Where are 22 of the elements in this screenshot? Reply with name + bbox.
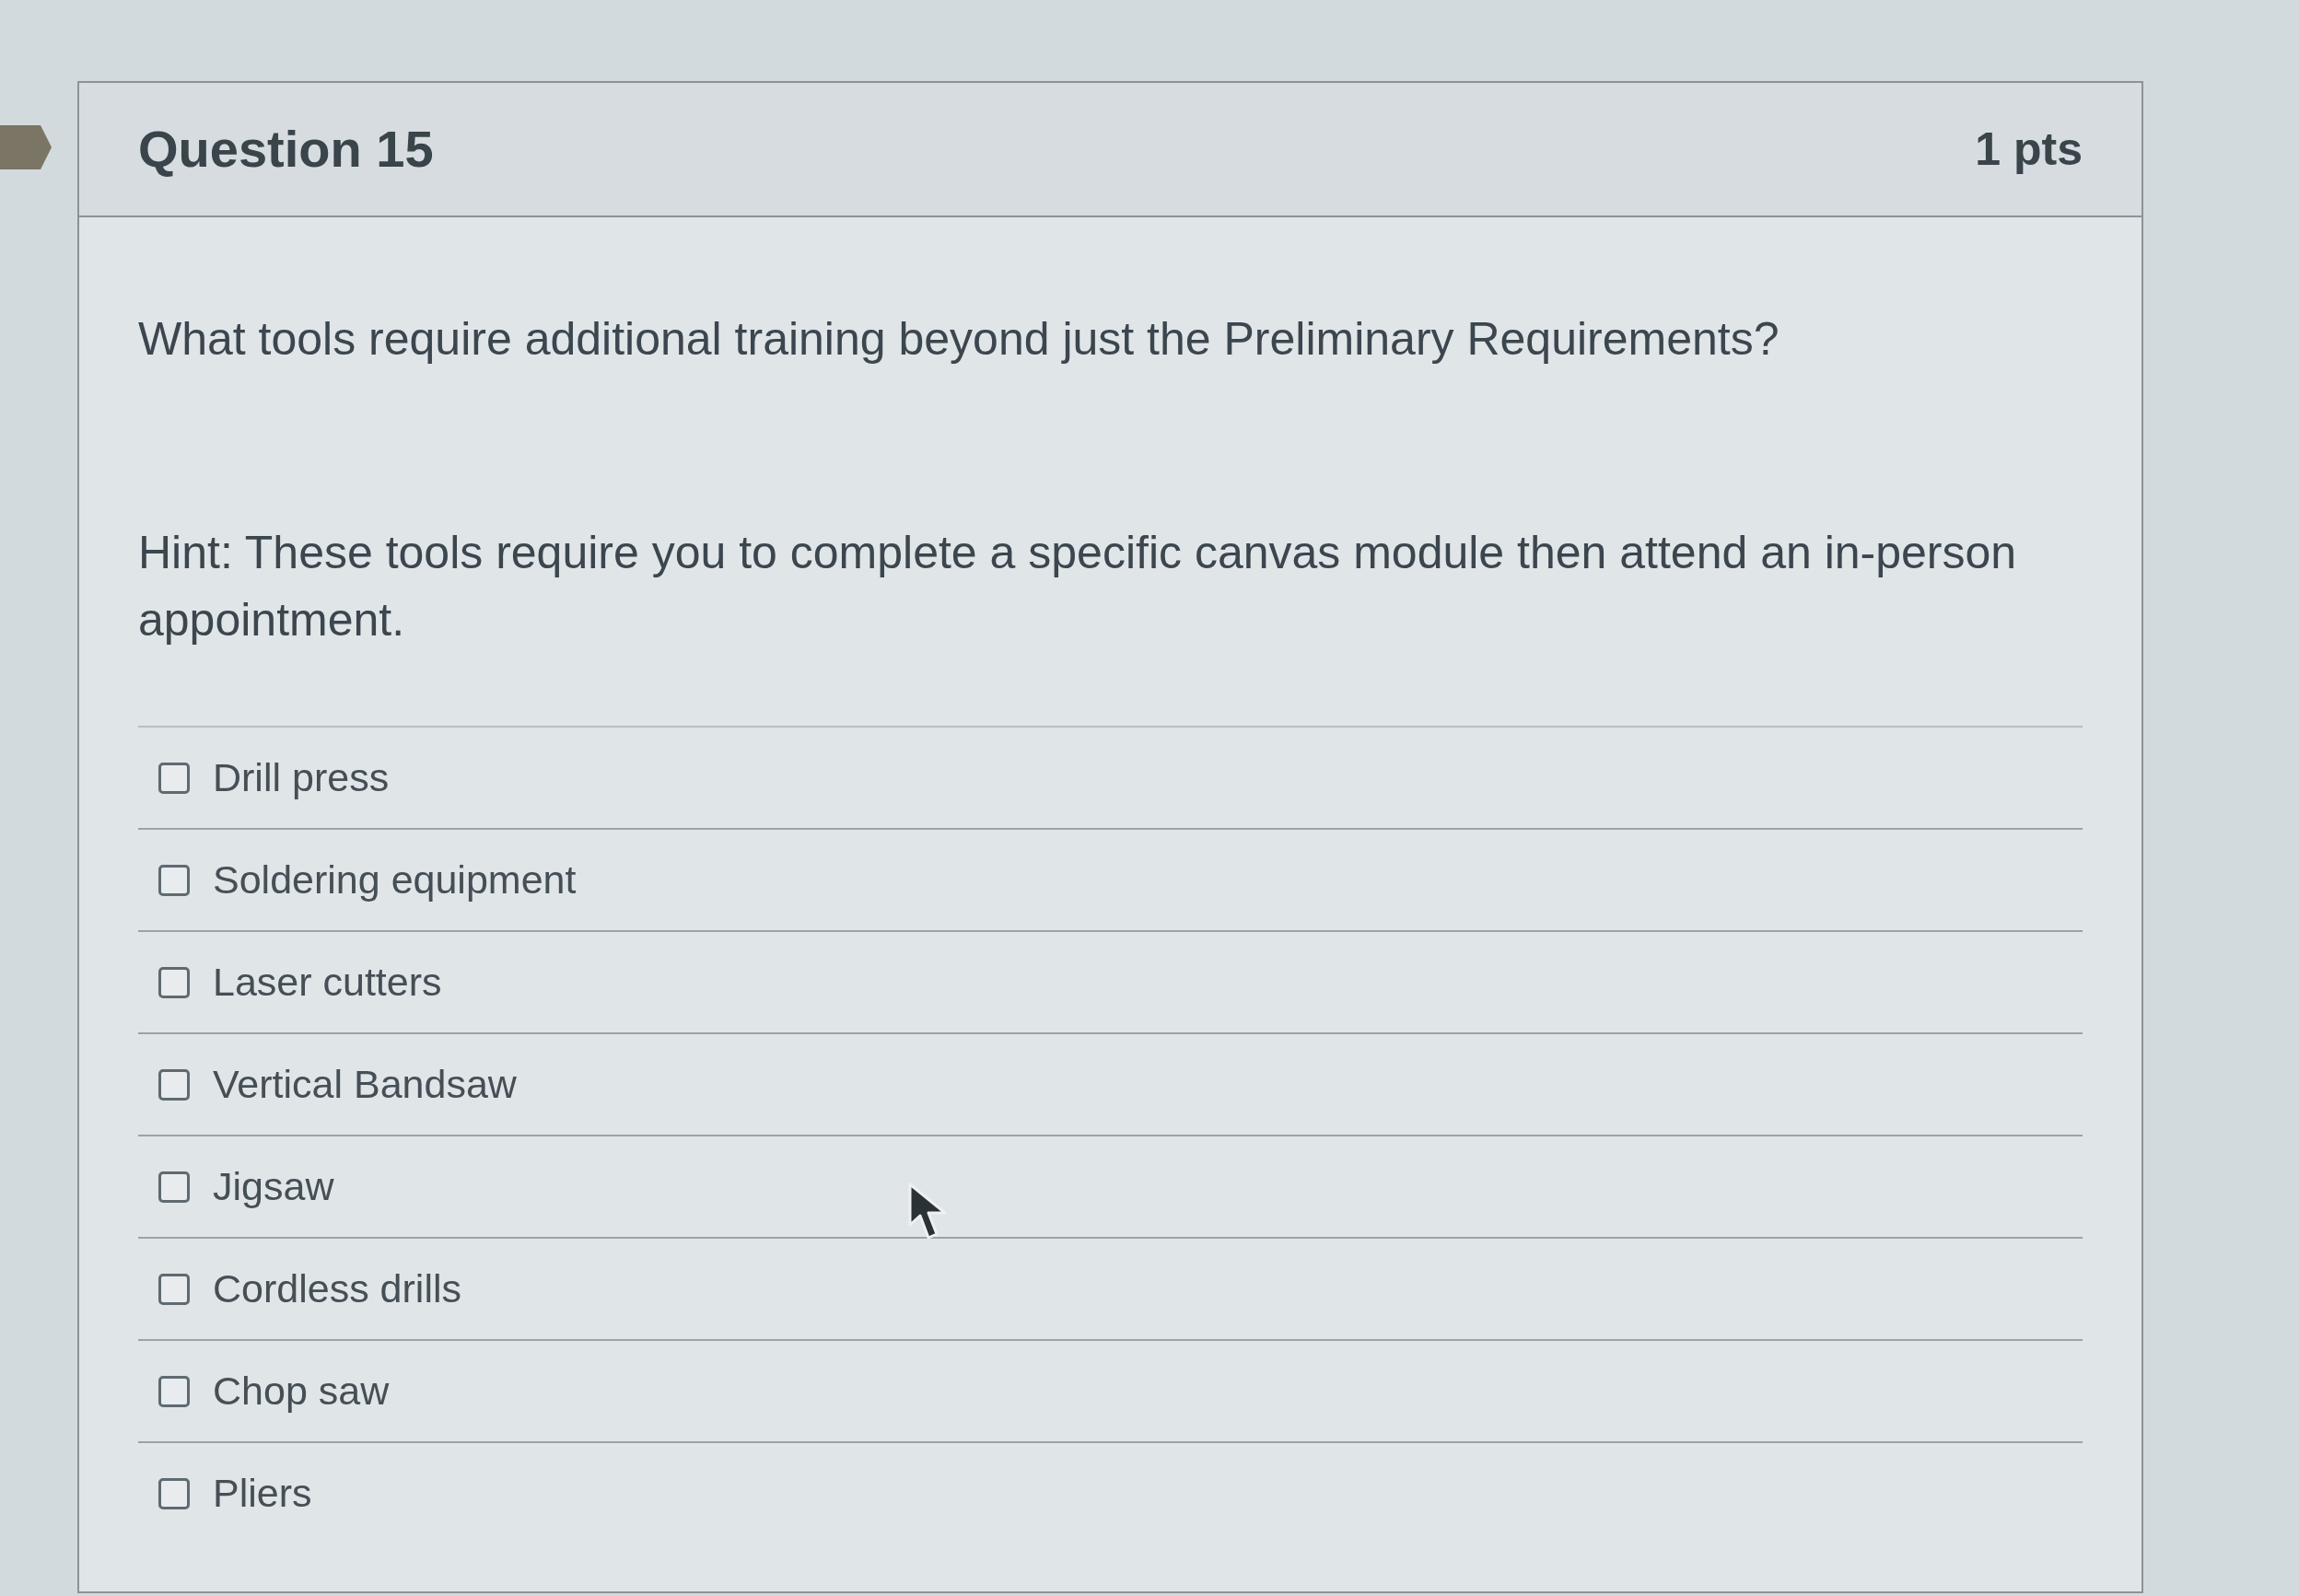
answer-label[interactable]: Drill press xyxy=(213,748,390,808)
checkbox[interactable] xyxy=(158,1068,190,1101)
answer-label[interactable]: Vertical Bandsaw xyxy=(213,1054,517,1114)
answer-label[interactable]: Jigsaw xyxy=(213,1157,334,1217)
checkbox[interactable] xyxy=(158,1477,190,1509)
checkbox[interactable] xyxy=(158,762,190,794)
question-title: Question 15 xyxy=(138,119,434,180)
answer-label[interactable]: Cordless drills xyxy=(213,1259,461,1319)
mouse-pointer-icon xyxy=(908,1182,949,1240)
checkbox[interactable] xyxy=(158,864,190,896)
question-text: What tools require additional training beyond just the Preliminary Requirements? xyxy=(138,312,1780,367)
answer-label[interactable]: Laser cutters xyxy=(213,952,442,1012)
checkbox[interactable] xyxy=(158,1375,190,1407)
checkbox[interactable] xyxy=(158,1171,190,1203)
flag-marker-icon xyxy=(0,125,52,169)
answer-label[interactable]: Soldering equipment xyxy=(213,850,577,910)
answer-label[interactable]: Pliers xyxy=(213,1463,312,1523)
answer-label[interactable]: Chop saw xyxy=(213,1361,390,1421)
hint-text: Hint: These tools require you to complete a specific canvas module then attend an in-person appointment. xyxy=(138,526,2018,647)
checkbox[interactable] xyxy=(158,966,190,998)
checkbox[interactable] xyxy=(158,1273,190,1305)
points-label: 1 pts xyxy=(1975,122,2083,177)
